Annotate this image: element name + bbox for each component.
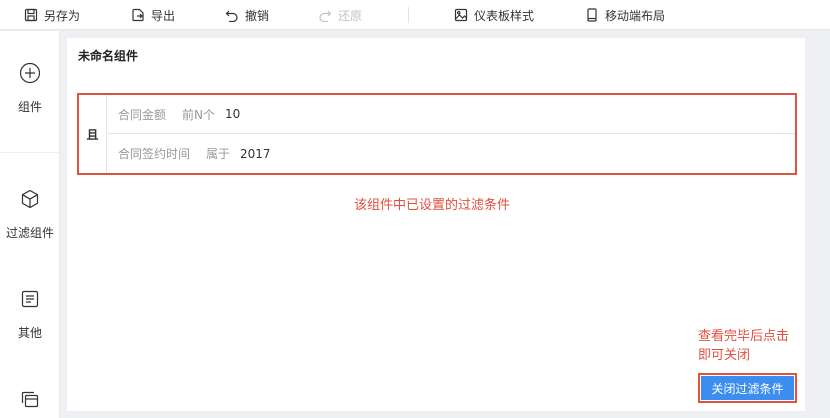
redo-icon [319,10,332,22]
save-icon [24,8,38,22]
component-panel: 未命名组件 且 合同金额 前N个 10 合同签约时间 属于 2017 该组件中已… [67,38,805,411]
component-title: 未命名组件 [78,49,139,63]
export-button[interactable]: 导出 [131,6,175,24]
redo-button[interactable]: 还原 [318,6,362,24]
undo-button[interactable]: 撤销 [225,6,269,24]
mobile-layout-button[interactable]: 移动端布局 [585,6,665,24]
close-hint-line: 即可关闭 [698,348,751,363]
save-as-label: 另存为 [44,8,81,23]
close-filters-button[interactable]: 关闭过滤条件 [698,373,797,403]
document-icon [21,290,39,308]
logic-and-label: 且 [79,95,107,173]
condition-value: 10 [225,107,241,121]
layers-icon [21,391,39,408]
toolbar: 另存为 导出 撤销 还原 仪表板样式 移动端布局 [0,0,830,30]
image-icon [454,8,468,22]
undo-icon [225,10,238,22]
export-icon [132,8,144,22]
plus-circle-icon [19,62,41,84]
sidebar: 组件 过滤组件 其他 [0,31,60,418]
sidebar-item-layers[interactable] [0,388,60,410]
toolbar-divider [408,7,409,23]
export-label: 导出 [151,8,176,23]
redo-label: 还原 [338,8,363,23]
save-as-button[interactable]: 另存为 [24,6,80,24]
mobile-layout-label: 移动端布局 [605,8,666,23]
sidebar-item-label: 组件 [17,100,42,114]
mobile-icon [587,8,597,22]
filter-conditions-box: 且 合同金额 前N个 10 合同签约时间 属于 2017 [77,93,797,175]
filter-condition-row: 合同签约时间 属于 2017 [108,134,795,173]
undo-label: 撤销 [245,8,270,23]
sidebar-item-filter-components[interactable]: 过滤组件 [0,188,60,241]
condition-value: 2017 [240,146,271,161]
dashboard-style-button[interactable]: 仪表板样式 [454,6,534,24]
sidebar-item-components[interactable]: 组件 [0,62,60,115]
condition-operator: 属于 [206,147,231,161]
condition-field: 合同金额 [118,107,167,122]
sidebar-item-label: 过滤组件 [5,226,54,240]
close-hint-annotation: 查看完毕后点击 即可关闭 [698,327,789,365]
close-filters-label: 关闭过滤条件 [701,376,794,400]
filters-annotation: 该组件中已设置的过滤条件 [354,198,511,213]
sidebar-item-label: 其他 [17,326,42,340]
filter-condition-row: 合同金额 前N个 10 [108,95,795,134]
condition-operator: 前N个 [182,107,215,122]
sidebar-item-other[interactable]: 其他 [0,288,60,341]
dashboard-style-label: 仪表板样式 [474,8,535,23]
condition-field: 合同签约时间 [118,147,191,161]
sidebar-divider [0,152,60,153]
cube-icon [21,189,39,209]
close-hint-line: 查看完毕后点击 [698,329,790,344]
